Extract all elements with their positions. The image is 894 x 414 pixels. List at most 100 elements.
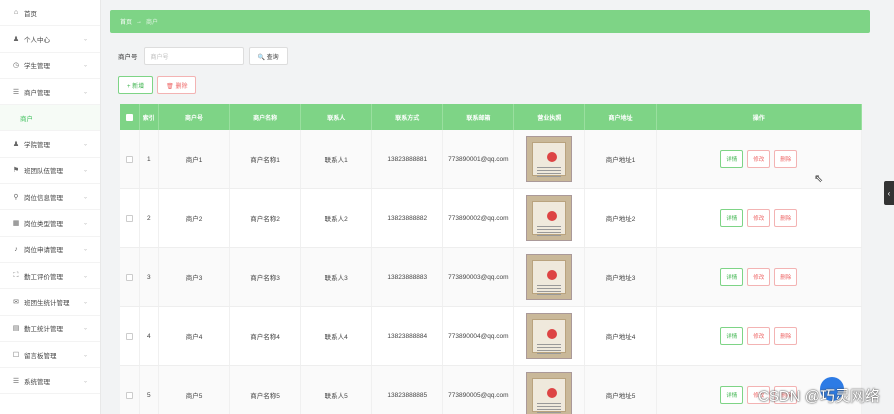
- business-license-image[interactable]: [526, 254, 573, 300]
- cell-no: 商户4: [159, 307, 231, 365]
- column-header: 操作: [657, 104, 862, 130]
- sidebar-item[interactable]: ☐ 留言板管理 ⌄: [0, 342, 100, 369]
- edit-button[interactable]: 修改: [747, 327, 771, 345]
- sidebar-item[interactable]: ⛶ 勤工评价管理 ⌄: [0, 263, 100, 290]
- column-header-label: 索引: [142, 115, 155, 122]
- edit-button[interactable]: 修改: [747, 209, 771, 227]
- add-button[interactable]: + 新增: [118, 76, 154, 94]
- detail-button[interactable]: 详情: [720, 150, 744, 168]
- sidebar-item[interactable]: ▤ 勤工统计管理 ⌄: [0, 316, 100, 342]
- sidebar-item[interactable]: ⚑ 班团队伍管理 ⌄: [0, 158, 100, 185]
- row-delete-button[interactable]: 删除: [774, 327, 798, 345]
- column-header: 营业执照: [514, 104, 586, 130]
- sidebar-item[interactable]: ♪ 岗位申请管理 ⌄: [0, 237, 100, 263]
- cell-license: [514, 130, 586, 188]
- cell-operations: 详情 修改 删除: [657, 307, 862, 365]
- cell-address: 商户地址1: [585, 130, 657, 188]
- sidebar-item-label: 岗位类型管理: [24, 221, 63, 229]
- chevron-down-icon: ⌄: [82, 378, 88, 385]
- sidebar-item[interactable]: ✉ 班团生统计管理 ⌄: [0, 289, 100, 316]
- cell-license: [514, 189, 586, 247]
- column-header-label: 商户名称: [253, 115, 278, 122]
- sidebar-item[interactable]: 商户: [0, 105, 100, 132]
- business-license-image[interactable]: [526, 195, 573, 241]
- delete-button[interactable]: 🗑 删除: [157, 76, 197, 94]
- detail-button[interactable]: 详情: [720, 327, 744, 345]
- breadcrumb-home[interactable]: 首页: [120, 17, 132, 26]
- cell-operations: 详情 修改 删除: [657, 130, 862, 188]
- sidebar-item[interactable]: ♟ 个人中心 ⌄: [0, 26, 100, 53]
- column-header: 商户号: [159, 104, 231, 130]
- cell-name: 商户名称2: [230, 189, 302, 247]
- cell-name: 商户名称5: [230, 366, 302, 414]
- column-header-label: 营业执照: [537, 115, 562, 122]
- chevron-down-icon: ⌄: [82, 89, 88, 96]
- business-license-image[interactable]: [526, 313, 573, 359]
- column-header: 商户名称: [230, 104, 302, 130]
- row-checkbox[interactable]: [125, 214, 133, 222]
- row-select-cell: [120, 189, 140, 247]
- chevron-down-icon: ⌄: [82, 36, 88, 43]
- edit-button[interactable]: 修改: [747, 150, 771, 168]
- row-delete-button[interactable]: 删除: [774, 268, 798, 286]
- table-header: 索引 商户号 商户名称 联系人 联系方式 联系邮箱 营业执照 商户地址 操作: [120, 104, 862, 130]
- sidebar-item-label: 学院管理: [24, 142, 50, 150]
- table-row: 3 商户3 商户名称3 联系人3 13823888883 773890003@qq.com…: [120, 248, 862, 307]
- cell-phone: 13823888885: [372, 366, 444, 414]
- detail-button[interactable]: 详情: [720, 268, 744, 286]
- search-button[interactable]: 🔍 查询: [248, 47, 288, 65]
- sidebar-item[interactable]: ▦ 岗位类型管理 ⌄: [0, 210, 100, 237]
- select-all-checkbox[interactable]: [125, 113, 133, 121]
- column-header-label: 商户地址: [608, 115, 633, 122]
- cell-email: 773890002@qq.com: [443, 189, 515, 247]
- edit-button[interactable]: 修改: [747, 268, 771, 286]
- cell-phone: 13823888884: [372, 307, 444, 365]
- cell-email: 773890004@qq.com: [443, 307, 515, 365]
- sidebar-item-label: 留言板管理: [24, 352, 57, 360]
- detail-button[interactable]: 详情: [720, 386, 744, 404]
- business-license-image[interactable]: [526, 372, 573, 414]
- sidebar-item[interactable]: ⚲ 岗位信息管理 ⌄: [0, 184, 100, 211]
- sidebar-item-label: 个人中心: [24, 36, 50, 44]
- cell-name: 商户名称3: [230, 248, 302, 306]
- row-delete-button[interactable]: 删除: [774, 150, 798, 168]
- sidebar-item[interactable]: ☰ 商户管理 ⌄: [0, 79, 100, 106]
- column-header: [120, 104, 140, 130]
- search-input[interactable]: 商户号: [143, 47, 244, 65]
- cell-index: 2: [140, 189, 159, 247]
- sidebar-item[interactable]: ☰ 系统管理 ⌄: [0, 368, 100, 395]
- column-header: 索引: [140, 104, 159, 130]
- row-checkbox[interactable]: [125, 273, 133, 281]
- column-header: 商户地址: [585, 104, 657, 130]
- pin-icon: ⚲: [13, 193, 19, 201]
- row-delete-button[interactable]: 删除: [774, 209, 798, 227]
- cell-address: 商户地址3: [585, 248, 657, 306]
- search-bar: 商户号 商户号 🔍 查询: [118, 47, 288, 65]
- cell-name: 商户名称4: [230, 307, 302, 365]
- sidebar-item-label: 岗位申请管理: [24, 247, 63, 255]
- row-checkbox[interactable]: [125, 332, 133, 340]
- detail-button[interactable]: 详情: [720, 209, 744, 227]
- column-header-label: 操作: [752, 115, 765, 122]
- row-checkbox[interactable]: [125, 155, 133, 163]
- row-select-cell: [120, 248, 140, 306]
- cell-phone: 13823888883: [372, 248, 444, 306]
- sidebar-item[interactable]: ◷ 学生管理 ⌄: [0, 53, 100, 79]
- cell-address: 商户地址2: [585, 189, 657, 247]
- mouse-cursor-icon: ⇖: [814, 173, 824, 185]
- row-select-cell: [120, 366, 140, 414]
- chevron-down-icon: ⌄: [82, 141, 88, 148]
- user-icon: ♟: [12, 141, 20, 149]
- business-license-image[interactable]: [526, 136, 573, 182]
- sidebar-item[interactable]: ♟ 学院管理 ⌄: [0, 131, 100, 158]
- chevron-down-icon: ⌄: [82, 220, 88, 227]
- sidebar-item[interactable]: ⌂ 首页: [0, 0, 100, 27]
- cell-email: 773890003@qq.com: [443, 248, 515, 306]
- row-checkbox[interactable]: [125, 391, 133, 399]
- cell-no: 商户2: [159, 189, 231, 247]
- chevron-down-icon: ⌄: [82, 299, 88, 306]
- cell-contact: 联系人3: [301, 248, 373, 306]
- collapse-panel-button[interactable]: ‹: [884, 181, 894, 205]
- sidebar-item-label: 班团生统计管理: [24, 299, 70, 307]
- breadcrumb-current: 商户: [146, 20, 159, 26]
